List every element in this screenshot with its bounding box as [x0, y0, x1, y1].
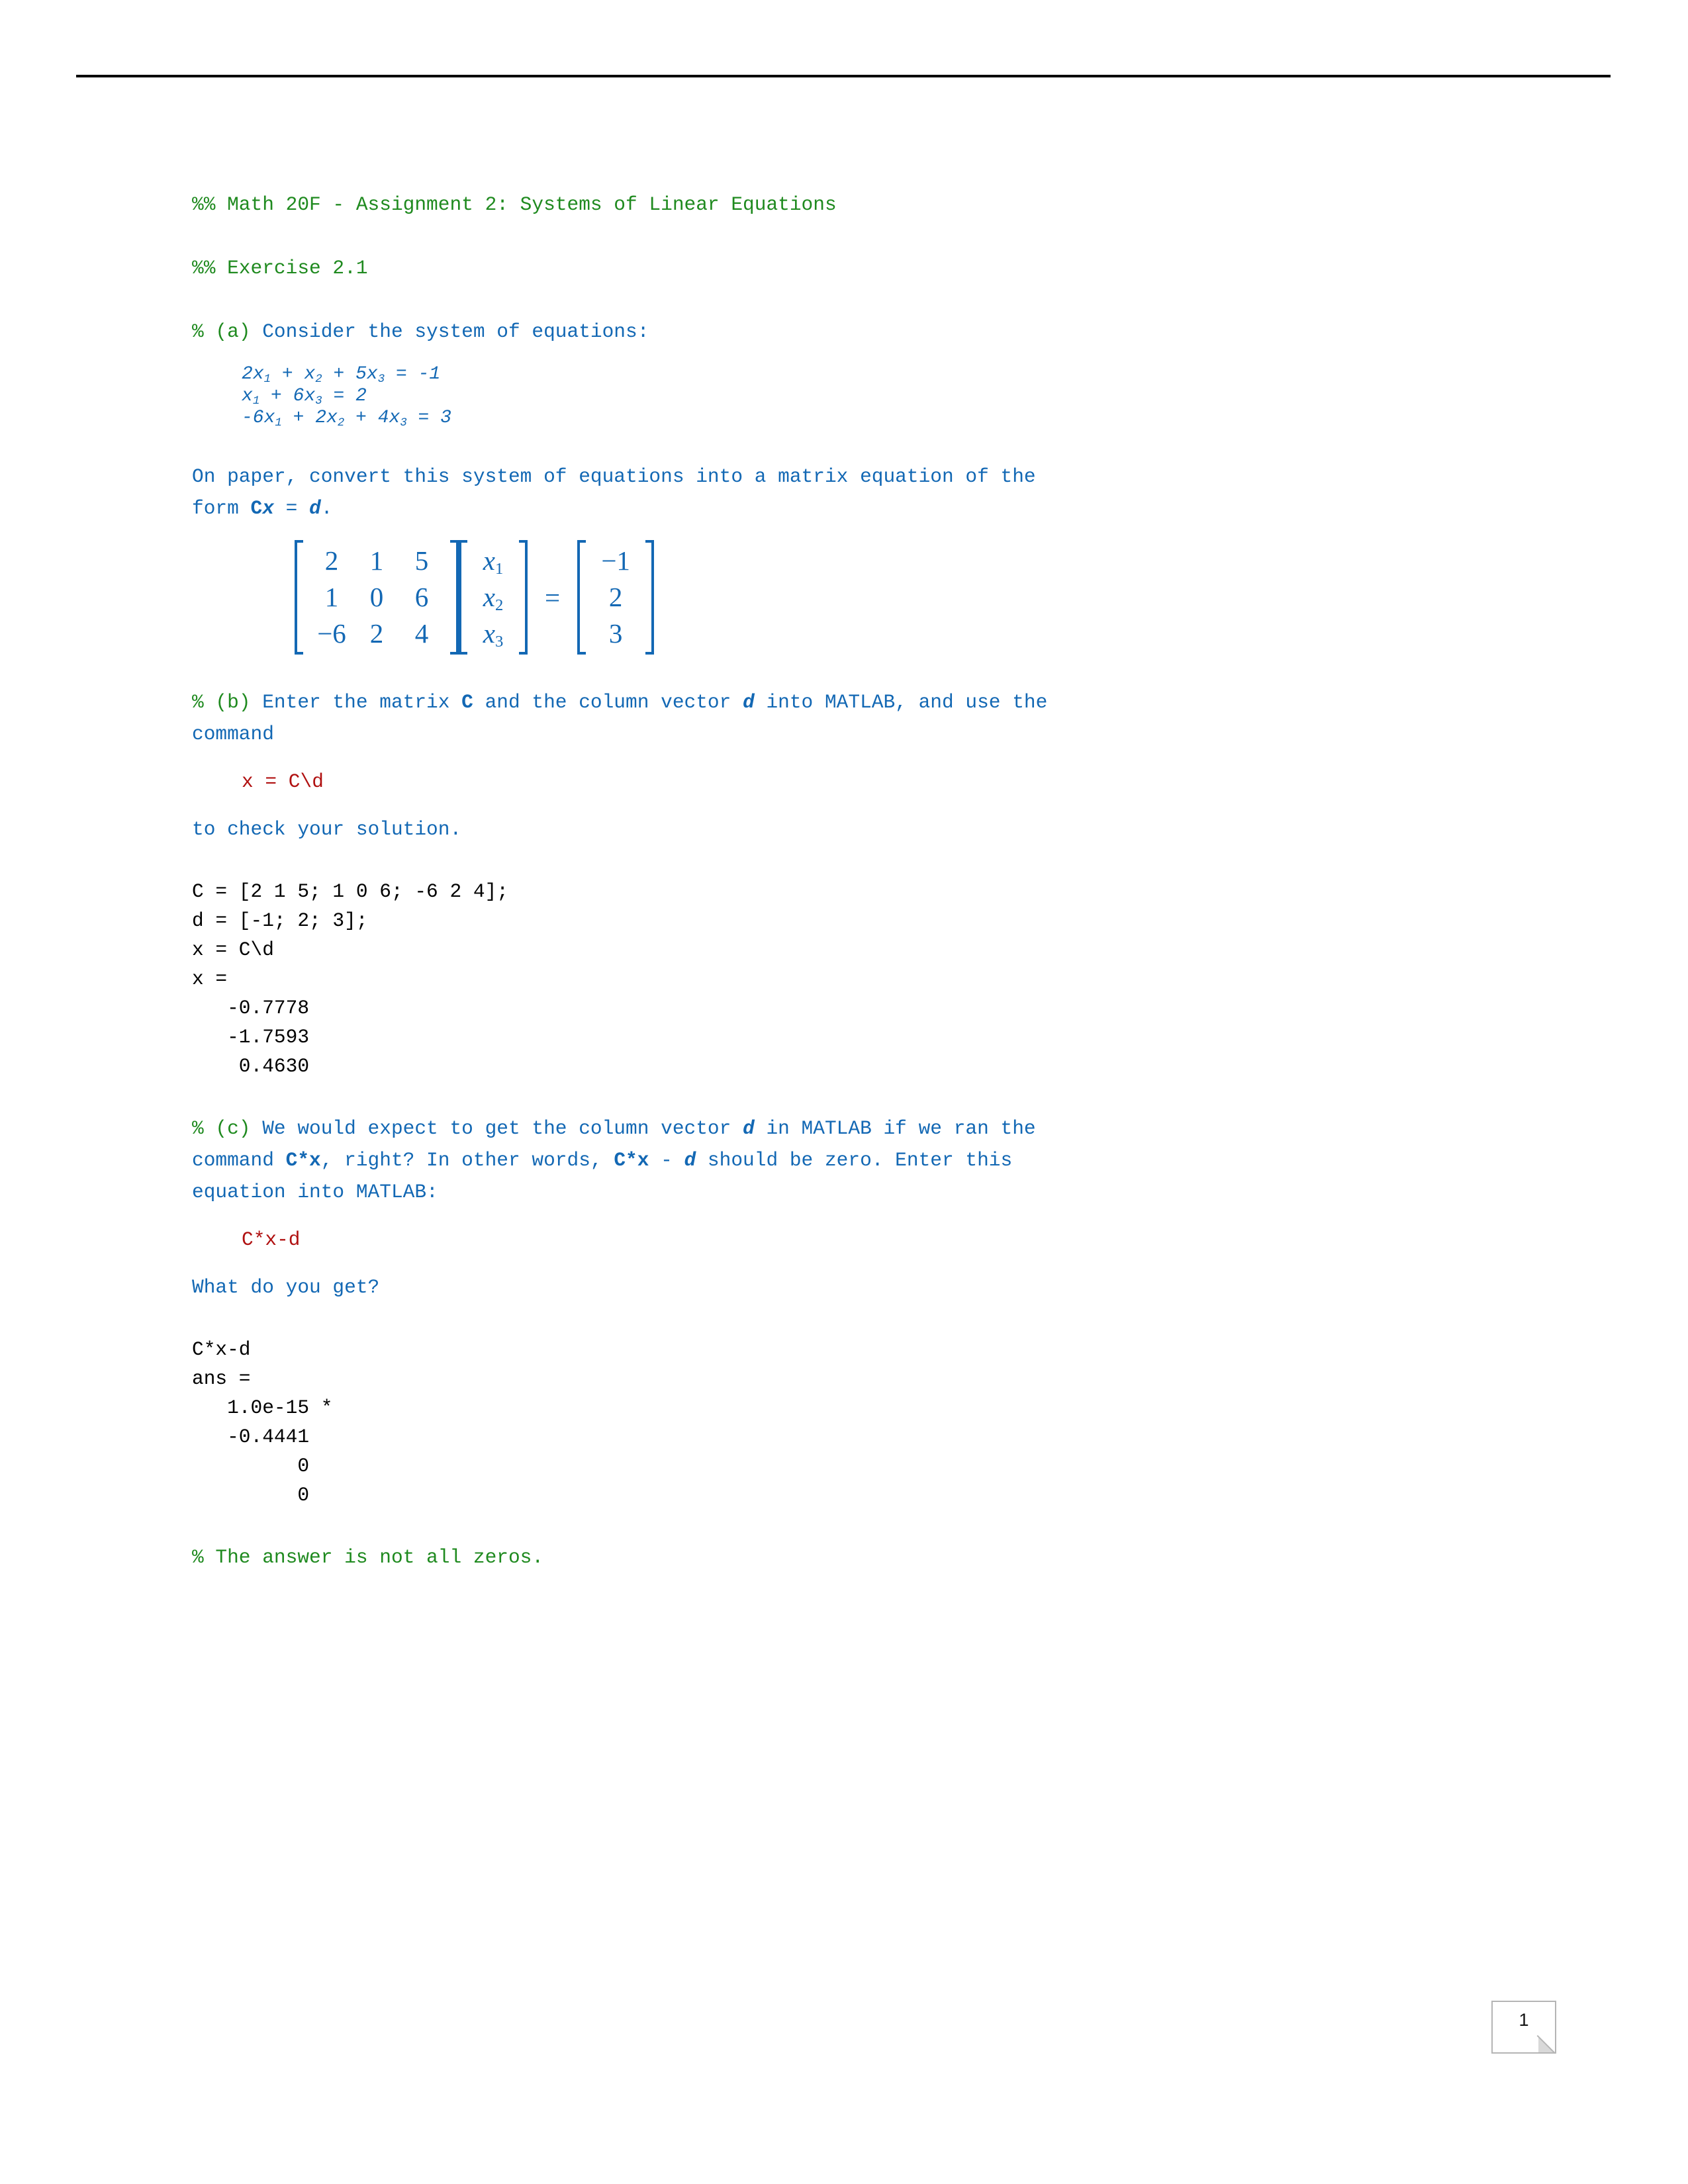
bracket-right	[519, 540, 528, 655]
system-of-equations: 2x1 + x2 + 5x3 = -1 x1 + 6x3 = 2 -6x1 + …	[192, 363, 1383, 429]
equals-sign: =	[545, 582, 561, 613]
instruction-line-2: form Cx = d.	[192, 497, 333, 520]
part-c-text-line3: equation into MATLAB:	[192, 1181, 438, 1203]
output-line: -0.7778	[192, 997, 310, 1019]
matrix-cell: 1	[369, 545, 384, 576]
page-number-badge: 1	[1491, 2001, 1556, 2054]
matrix-cell: 6	[414, 582, 429, 612]
bracket-left	[295, 540, 303, 655]
part-c-text: We would expect to get the column vector…	[192, 1117, 1036, 1203]
output-line: C*x-d	[192, 1338, 251, 1361]
command-residual: C*x-d	[242, 1228, 301, 1251]
equation-row: x1 + 6x3 = 2	[242, 386, 367, 408]
matlab-output-c: C*x-d ans = 1.0e-15 * -0.4441 0 0	[192, 1335, 1383, 1510]
equation-row: -6x1 + 2x2 + 4x3 = 3	[242, 408, 451, 430]
output-line: 0.4630	[192, 1055, 310, 1077]
symbol-x: x	[262, 497, 274, 520]
output-line: -0.4441	[192, 1426, 310, 1448]
bracket-right	[645, 540, 655, 655]
part-c-prompt: % (c) We would expect to get the column …	[192, 1113, 1383, 1208]
part-a-prompt: % (a) Consider the system of equations:	[192, 316, 1383, 347]
matlab-output-b: C = [2 1 5; 1 0 6; -6 2 4]; d = [-1; 2; …	[192, 877, 1383, 1081]
exercise-heading: %% Exercise 2.1	[192, 257, 368, 279]
symbol-C: C	[461, 691, 473, 713]
symbol-Cx: C*x	[285, 1149, 321, 1171]
document-content: %% Math 20F - Assignment 2: Systems of L…	[192, 189, 1383, 1573]
output-line: x =	[192, 968, 228, 990]
page-number: 1	[1519, 2010, 1529, 2030]
assignment-heading: %% Math 20F - Assignment 2: Systems of L…	[192, 193, 837, 216]
part-c-marker: % (c)	[192, 1117, 251, 1140]
output-line: d = [-1; 2; 3];	[192, 909, 368, 932]
output-line: -1.7593	[192, 1026, 310, 1048]
vector-cell: x2	[483, 582, 504, 615]
part-c-question: What do you get?	[192, 1276, 380, 1298]
symbol-C: C	[250, 497, 263, 520]
output-line: 0	[192, 1484, 310, 1506]
output-line: 0	[192, 1455, 310, 1477]
matrix-cell: 1	[324, 582, 339, 612]
part-b-prompt: % (b) Enter the matrix C and the column …	[192, 686, 1383, 750]
part-b-closing: to check your solution.	[192, 818, 462, 841]
vector-d-cells: −1 2 3	[586, 540, 645, 655]
vector-x: x1 x2 x3	[459, 540, 528, 655]
vector-cell: x3	[483, 618, 504, 651]
symbol-d: d	[743, 1117, 755, 1140]
vector-cell: x1	[483, 545, 504, 578]
matrix-cell: 5	[414, 545, 429, 576]
bracket-left	[459, 540, 467, 655]
header-rule	[76, 75, 1611, 77]
part-a-marker: % (a)	[192, 320, 251, 343]
output-line: ans =	[192, 1367, 251, 1390]
bracket-right	[450, 540, 459, 655]
matrix-cell: −6	[317, 618, 346, 649]
part-b-marker: % (b)	[192, 691, 251, 713]
vector-d: −1 2 3	[577, 540, 655, 655]
command-backslash-solve: x = C\d	[242, 770, 324, 793]
matrix-C-cells: 2 1 5 1 0 6 −6 2 4	[303, 540, 450, 655]
matrix-equation: 2 1 5 1 0 6 −6 2 4 x1 x2 x3 = −1 2 3	[192, 540, 1383, 655]
matrix-cell: 0	[369, 582, 384, 612]
symbol-d: d	[309, 497, 321, 520]
equation-row: 2x1 + x2 + 5x3 = -1	[242, 364, 441, 386]
output-line: x = C\d	[192, 938, 274, 961]
bracket-left	[577, 540, 586, 655]
instruction-line-1: On paper, convert this system of equatio…	[192, 465, 1036, 488]
conclusion-comment: % The answer is not all zeros.	[192, 1546, 544, 1569]
symbol-Cx: C*x	[614, 1149, 649, 1171]
matrix-cell: 4	[414, 618, 429, 649]
matrix-cell: 2	[369, 618, 384, 649]
symbol-d: d	[743, 691, 755, 713]
vector-cell: −1	[601, 545, 630, 576]
output-line: C = [2 1 5; 1 0 6; -6 2 4];	[192, 880, 508, 903]
vector-cell: 2	[608, 582, 623, 612]
symbol-d: d	[684, 1149, 696, 1171]
part-b-text-line2: command	[192, 723, 274, 745]
document-page: %% Math 20F - Assignment 2: Systems of L…	[0, 0, 1688, 2184]
matrix-C: 2 1 5 1 0 6 −6 2 4	[295, 540, 459, 655]
part-b-text: Enter the matrix C and the column vector…	[192, 691, 1048, 745]
vector-cell: 3	[608, 618, 623, 649]
output-line: 1.0e-15 *	[192, 1396, 333, 1419]
page-corner-fold-icon	[1538, 2036, 1556, 2054]
vector-x-cells: x1 x2 x3	[467, 540, 519, 655]
part-a-prompt-text: Consider the system of equations:	[262, 320, 649, 343]
part-a-instruction: On paper, convert this system of equatio…	[192, 461, 1383, 524]
matrix-cell: 2	[324, 545, 339, 576]
